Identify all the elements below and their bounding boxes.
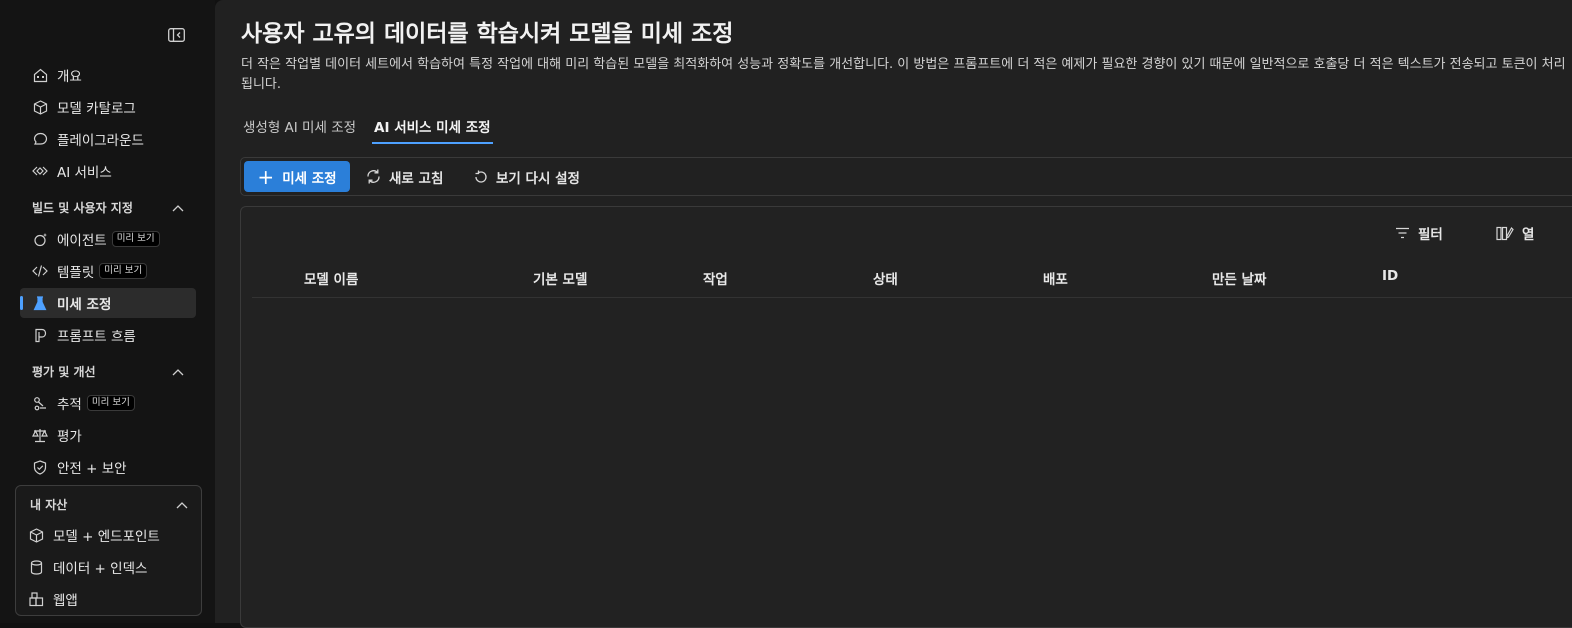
- column-header-deployment[interactable]: 배포: [1043, 268, 1068, 288]
- fine-tune-button[interactable]: + 미세 조정: [244, 161, 350, 192]
- filter-label: 필터: [1418, 227, 1443, 243]
- page-title: 사용자 고유의 데이터를 학습시켜 모델을 미세 조정: [241, 21, 734, 47]
- preview-badge: 미리 보기: [99, 263, 148, 279]
- sidebar-item-overview[interactable]: 개요: [20, 60, 196, 90]
- sidebar-item-label: 추적: [57, 397, 82, 413]
- section-title: 내 자산: [30, 498, 68, 512]
- preview-badge: 미리 보기: [111, 231, 160, 247]
- sidebar-item-label: 안전 + 보안: [57, 461, 127, 477]
- section-title: 평가 및 개선: [32, 365, 96, 379]
- page-description: 더 작은 작업별 데이터 세트에서 학습하여 특정 작업에 대해 미리 학습된 …: [241, 57, 1566, 92]
- undo-icon: [473, 169, 489, 185]
- home-icon: [32, 67, 48, 83]
- sidebar-item-data-indexes[interactable]: 데이터 + 인덱스: [16, 552, 201, 582]
- scale-icon: [32, 427, 48, 443]
- cube-icon: [32, 99, 48, 115]
- sidebar-item-label: 평가: [57, 429, 82, 445]
- chevron-up-icon: [176, 498, 188, 512]
- sidebar-item-model-catalog[interactable]: 모델 카탈로그: [20, 92, 196, 122]
- shield-icon: [32, 459, 48, 475]
- sidebar-item-agents[interactable]: 에이전트 미리 보기: [20, 224, 196, 254]
- flow-icon: [32, 327, 48, 343]
- section-my-assets-header[interactable]: 내 자산: [30, 496, 188, 513]
- link-icon: [32, 163, 48, 179]
- sidebar-item-label: 프롬프트 흐름: [57, 329, 136, 345]
- sidebar-item-tracing[interactable]: 추적 미리 보기: [20, 388, 196, 418]
- main-content: 사용자 고유의 데이터를 학습시켜 모델을 미세 조정 더 작은 작업별 데이터…: [215, 0, 1572, 628]
- fine-tuning-grid: 필터 열 모델 이름 기본 모델 작업 상태 배포 만든 날짜 ID: [240, 206, 1572, 628]
- column-header-status[interactable]: 상태: [873, 268, 898, 288]
- filter-button[interactable]: 필터: [1395, 223, 1443, 243]
- sidebar-item-label: 미세 조정: [57, 297, 112, 313]
- sidebar-item-label: 플레이그라운드: [57, 133, 144, 149]
- refresh-icon: [365, 168, 382, 185]
- sidebar-item-prompt-flow[interactable]: 프롬프트 흐름: [20, 320, 196, 350]
- plus-icon: +: [257, 164, 275, 189]
- filter-icon: [1395, 227, 1410, 239]
- sidebar-item-evaluation[interactable]: 평가: [20, 420, 196, 450]
- refresh-label: 새로 고침: [389, 170, 444, 187]
- columns-label: 열: [1522, 227, 1535, 243]
- sidebar-item-templates[interactable]: 템플릿 미리 보기: [20, 256, 196, 286]
- tab-ai-services-fine-tuning[interactable]: AI 서비스 미세 조정: [372, 116, 493, 144]
- sidebar-item-label: 웹앱: [53, 593, 78, 609]
- sidebar-item-label: 모델 + 엔드포인트: [53, 529, 160, 545]
- tab-generative-ai-fine-tuning[interactable]: 생성형 AI 미세 조정: [241, 116, 358, 144]
- table-header-row: 모델 이름 기본 모델 작업 상태 배포 만든 날짜 ID: [252, 259, 1572, 298]
- reset-view-button[interactable]: 보기 다시 설정: [473, 161, 580, 192]
- agent-icon: [32, 231, 48, 247]
- tab-list: 생성형 AI 미세 조정 AI 서비스 미세 조정: [241, 116, 507, 144]
- code-icon: [32, 263, 48, 279]
- sidebar-item-web-apps[interactable]: 웹앱: [16, 584, 201, 614]
- box-icon: [28, 527, 44, 543]
- my-assets-panel: 내 자산 모델 + 엔드포인트 데이터 + 인덱스 웹앱: [15, 485, 202, 616]
- reset-view-label: 보기 다시 설정: [496, 170, 580, 187]
- fine-tune-label: 미세 조정: [282, 170, 337, 187]
- sidebar-item-models-endpoints[interactable]: 모델 + 엔드포인트: [16, 520, 201, 550]
- collapse-sidebar-button[interactable]: [167, 27, 185, 46]
- sidebar-item-label: 템플릿: [57, 265, 95, 281]
- column-header-base-model[interactable]: 기본 모델: [533, 268, 587, 288]
- section-title: 빌드 및 사용자 지정: [32, 201, 133, 215]
- sidebar-item-ai-services[interactable]: AI 서비스: [20, 156, 196, 186]
- sidebar-item-safety-security[interactable]: 안전 + 보안: [20, 452, 196, 482]
- chevron-up-icon: [172, 365, 184, 379]
- sidebar-item-label: 에이전트: [57, 233, 107, 249]
- sidebar-item-label: 개요: [57, 69, 82, 85]
- column-header-id[interactable]: ID: [1382, 268, 1398, 284]
- columns-edit-icon: [1496, 226, 1514, 241]
- panel-collapse-icon: [167, 27, 185, 46]
- trace-icon: [32, 395, 48, 411]
- preview-badge: 미리 보기: [86, 395, 135, 411]
- toolbar: + 미세 조정 새로 고침 보기 다시 설정: [240, 157, 1572, 196]
- sidebar-item-label: 모델 카탈로그: [57, 101, 136, 117]
- refresh-button[interactable]: 새로 고침: [365, 161, 443, 192]
- section-build-header[interactable]: 빌드 및 사용자 지정: [32, 199, 184, 216]
- flask-icon: [32, 295, 48, 311]
- chevron-up-icon: [172, 201, 184, 215]
- sidebar-item-playground[interactable]: 플레이그라운드: [20, 124, 196, 154]
- column-header-task[interactable]: 작업: [703, 268, 728, 288]
- sidebar-item-fine-tuning[interactable]: 미세 조정: [20, 288, 196, 318]
- database-icon: [28, 559, 44, 575]
- chat-icon: [32, 131, 48, 147]
- column-header-model-name[interactable]: 모델 이름: [304, 268, 358, 288]
- sidebar-item-label: AI 서비스: [57, 165, 112, 181]
- column-header-created-date[interactable]: 만든 날짜: [1212, 268, 1266, 288]
- sidebar: 개요 모델 카탈로그 플레이그라운드 AI 서비스 빌드 및 사용자 지정 에이…: [0, 0, 215, 623]
- apps-icon: [28, 591, 44, 607]
- columns-button[interactable]: 열: [1496, 223, 1534, 243]
- section-eval-header[interactable]: 평가 및 개선: [32, 363, 184, 380]
- sidebar-item-label: 데이터 + 인덱스: [53, 561, 148, 577]
